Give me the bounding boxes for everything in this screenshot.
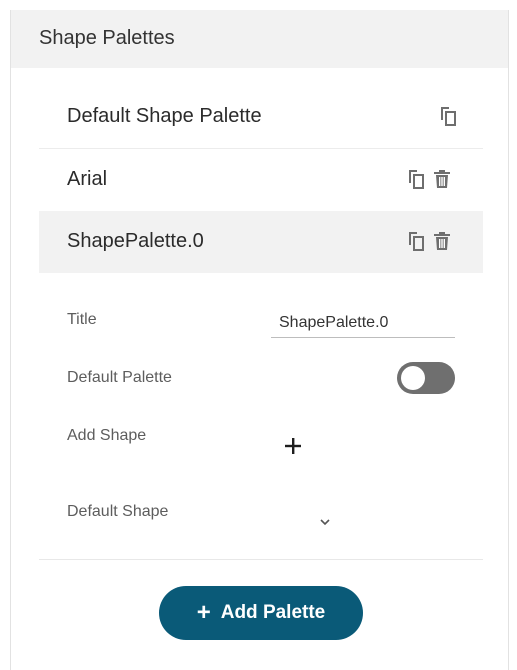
default-shape-dropdown[interactable] bbox=[317, 514, 333, 530]
chevron-down-icon bbox=[320, 519, 330, 526]
copy-icon[interactable] bbox=[437, 105, 459, 127]
add-palette-button[interactable]: + Add Palette bbox=[159, 586, 363, 640]
palette-row-shapepalette-0[interactable]: ShapePalette.0 bbox=[39, 211, 483, 273]
panel-header: Shape Palettes bbox=[11, 10, 508, 68]
plus-icon: + bbox=[196, 599, 211, 626]
palette-row-default[interactable]: Default Shape Palette bbox=[39, 86, 483, 149]
default-palette-label: Default Palette bbox=[67, 369, 172, 386]
plus-icon bbox=[285, 438, 301, 454]
title-label: Title bbox=[67, 311, 97, 328]
copy-icon[interactable] bbox=[405, 168, 427, 190]
shape-palettes-panel: Shape Palettes Default Shape Palette Ari… bbox=[10, 10, 509, 670]
title-input[interactable] bbox=[271, 308, 455, 338]
trash-icon[interactable] bbox=[431, 168, 453, 190]
copy-icon[interactable] bbox=[405, 230, 427, 252]
default-palette-toggle[interactable] bbox=[397, 362, 455, 394]
divider bbox=[39, 559, 483, 560]
add-shape-label: Add Shape bbox=[67, 427, 147, 444]
panel-title: Shape Palettes bbox=[39, 27, 175, 49]
add-palette-label: Add Palette bbox=[220, 602, 326, 623]
palette-label: ShapePalette.0 bbox=[67, 230, 204, 252]
add-shape-button[interactable] bbox=[281, 434, 305, 458]
trash-icon[interactable] bbox=[431, 230, 453, 252]
toggle-knob bbox=[401, 366, 425, 390]
palette-row-arial[interactable]: Arial bbox=[39, 149, 483, 212]
default-shape-label: Default Shape bbox=[67, 503, 169, 520]
palette-label: Default Shape Palette bbox=[67, 105, 262, 127]
palette-label: Arial bbox=[67, 168, 108, 190]
